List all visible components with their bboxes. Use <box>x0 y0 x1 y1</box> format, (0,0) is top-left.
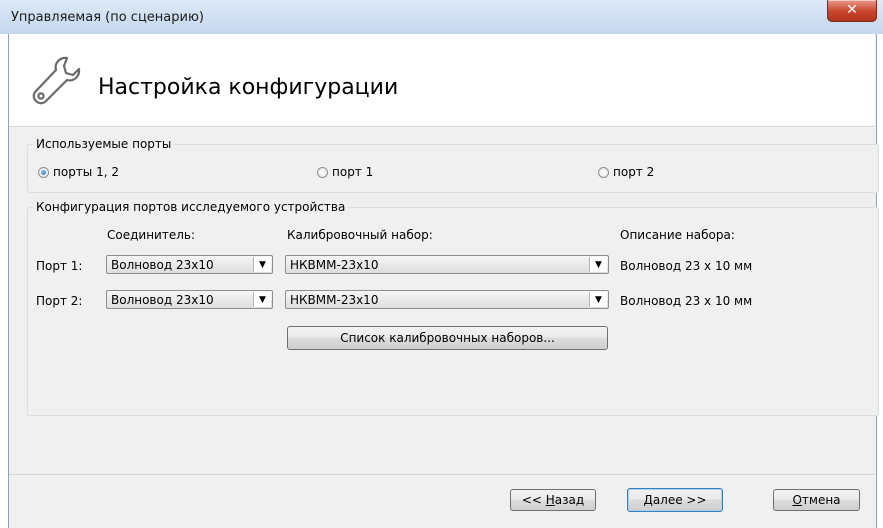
window-title: Управляемая (по сценарию) <box>11 10 204 25</box>
port-1-connector-select[interactable]: Волновод 23x10 ▼ <box>106 255 273 274</box>
port-2-connector-value: Волновод 23x10 <box>111 293 214 307</box>
port-1-description: Волновод 23 x 10 мм <box>620 259 753 273</box>
port-1-calkit-value: НКВММ-23x10 <box>290 258 379 272</box>
calkit-list-button[interactable]: Список калибровочных наборов... <box>287 326 608 350</box>
close-icon: ✕ <box>846 2 858 18</box>
dropdown-arrow-icon[interactable]: ▼ <box>253 292 271 307</box>
cancel-button-mnemonic: О <box>792 493 802 507</box>
port-1-connector-value: Волновод 23x10 <box>111 258 214 272</box>
dropdown-arrow-icon[interactable]: ▼ <box>589 257 607 272</box>
port-2-connector-select[interactable]: Волновод 23x10 ▼ <box>106 290 273 309</box>
back-button-prefix: << <box>521 493 546 507</box>
port-2-calkit-select[interactable]: НКВММ-23x10 ▼ <box>285 290 609 309</box>
back-button-mnemonic: Н <box>545 493 555 507</box>
wizard-header: Настройка конфигурации <box>9 34 875 127</box>
wrench-icon <box>32 56 81 105</box>
page-title: Настройка конфигурации <box>98 75 399 100</box>
next-button[interactable]: Далее >> <box>627 488 723 512</box>
radio-port-1[interactable]: порт 1 <box>317 165 373 179</box>
back-button[interactable]: << Назад <box>510 489 596 511</box>
calkit-column-header: Калибровочный набор: <box>287 228 433 242</box>
close-button[interactable]: ✕ <box>827 0 877 22</box>
radio-circle-checked[interactable] <box>38 166 49 178</box>
radio-port-2[interactable]: порт 2 <box>598 165 654 179</box>
radio-circle[interactable] <box>598 166 609 178</box>
connector-column-header: Соединитель: <box>107 228 196 242</box>
radio-port-2-label: порт 2 <box>613 165 655 179</box>
dropdown-arrow-icon[interactable]: ▼ <box>589 292 607 307</box>
port-2-description: Волновод 23 x 10 мм <box>620 294 753 308</box>
port-2-calkit-value: НКВММ-23x10 <box>290 293 379 307</box>
radio-ports-1-2[interactable]: порты 1, 2 <box>38 165 119 179</box>
used-ports-legend: Используемые порты <box>33 137 175 151</box>
footer-separator <box>9 474 875 475</box>
port-1-label: Порт 1: <box>36 259 83 273</box>
title-bar: Управляемая (по сценарию) ✕ <box>0 0 883 34</box>
cancel-button[interactable]: Отмена <box>773 489 860 511</box>
radio-port-1-label: порт 1 <box>332 165 374 179</box>
description-column-header: Описание набора: <box>620 228 735 242</box>
port-1-calkit-select[interactable]: НКВММ-23x10 ▼ <box>285 255 609 274</box>
used-ports-group <box>27 144 879 193</box>
cancel-button-rest: тмена <box>801 493 841 507</box>
radio-circle[interactable] <box>317 166 328 178</box>
port-config-legend: Конфигурация портов исследуемого устройс… <box>33 200 349 214</box>
dropdown-arrow-icon[interactable]: ▼ <box>253 257 271 272</box>
port-2-label: Порт 2: <box>36 294 83 308</box>
back-button-rest: азад <box>554 493 585 507</box>
radio-ports-1-2-label: порты 1, 2 <box>53 165 119 179</box>
